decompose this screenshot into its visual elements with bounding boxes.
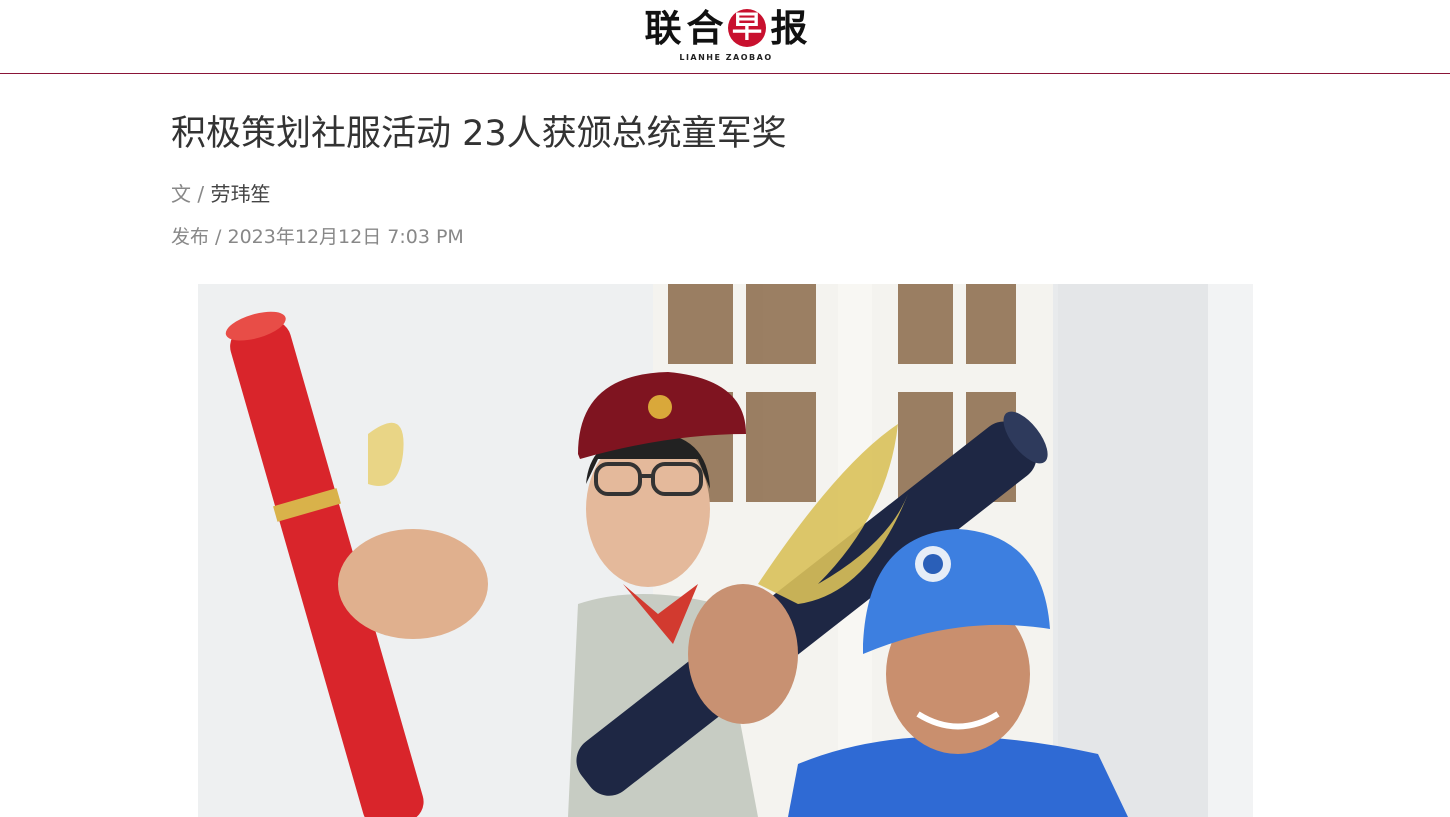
logo-wordmark: 联 合 早 报 <box>638 6 814 50</box>
hero-photo-illustration <box>198 284 1253 817</box>
masthead: 联 合 早 报 LIANHE ZAOBAO <box>0 0 1450 74</box>
publish-date: 发布 / 2023年12月12日 7:03 PM <box>171 222 464 252</box>
published-date: 2023年12月12日 7:03 PM <box>227 226 464 248</box>
logo-char: 合 <box>686 6 724 50</box>
byline: 文 / 劳玮笙 <box>171 179 270 209</box>
site-logo[interactable]: 联 合 早 报 LIANHE ZAOBAO <box>638 6 814 64</box>
author-link[interactable]: 劳玮笙 <box>210 182 270 206</box>
logo-char: 联 <box>644 6 682 50</box>
logo-char-highlight: 早 <box>728 9 766 47</box>
hero-image[interactable] <box>198 284 1253 817</box>
byline-prefix: 文 / <box>171 182 205 206</box>
article-headline: 积极策划社服活动 23人获颁总统童军奖 <box>171 114 787 154</box>
logo-english: LIANHE ZAOBAO <box>679 53 773 62</box>
logo-char: 报 <box>770 6 808 50</box>
published-prefix: 发布 / <box>171 226 222 248</box>
